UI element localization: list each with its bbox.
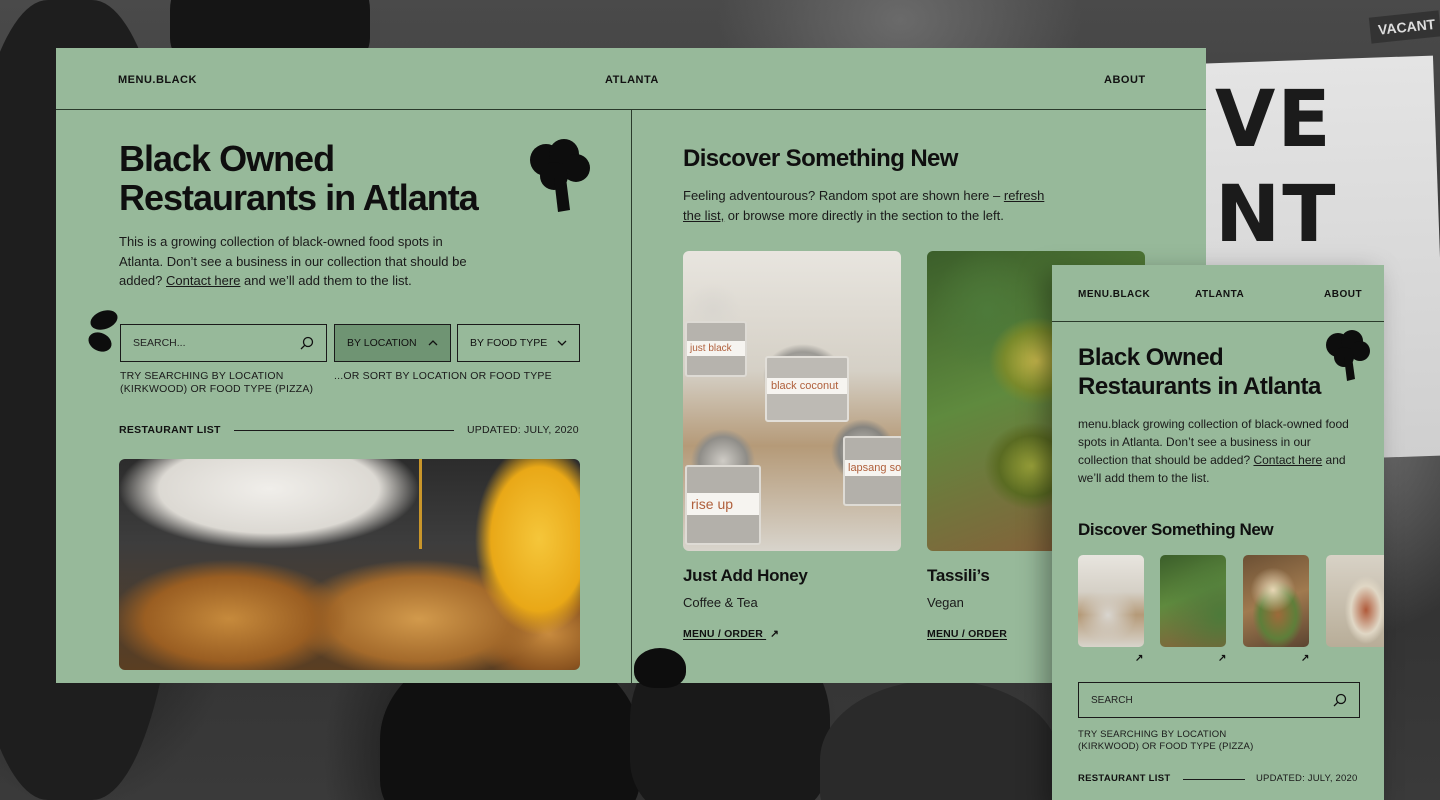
background-figure bbox=[820, 680, 1060, 800]
search-icon bbox=[1333, 693, 1347, 707]
restaurant-category: Coffee & Tea bbox=[683, 595, 758, 610]
mobile-top-nav: MENU.BLACK ATLANTA ABOUT bbox=[1052, 265, 1384, 322]
contact-link[interactable]: Contact here bbox=[166, 273, 240, 288]
broccoli-icon bbox=[530, 139, 590, 212]
brand-logo-link[interactable]: MENU.BLACK bbox=[118, 74, 197, 86]
restaurant-list-label: RESTAURANT LIST bbox=[119, 424, 221, 436]
search-placeholder: SEARCH... bbox=[133, 337, 186, 349]
dropdown-label: BY FOOD TYPE bbox=[470, 337, 548, 349]
city-link[interactable]: ATLANTA bbox=[1195, 289, 1244, 300]
restaurant-category: Vegan bbox=[927, 595, 964, 610]
page-title: Black Owned Restaurants in Atlanta bbox=[119, 138, 479, 218]
tea-tin: rise up bbox=[685, 465, 761, 545]
intro-text: menu.black growing collection of black-o… bbox=[1078, 415, 1358, 487]
decorative-blob-icon bbox=[634, 648, 686, 688]
top-nav: MENU.BLACK ATLANTA ABOUT bbox=[56, 48, 1206, 110]
chevron-up-icon bbox=[428, 340, 438, 346]
restaurant-card-image[interactable]: just black black coconut rise up lapsang… bbox=[683, 251, 901, 551]
desktop-site-panel: MENU.BLACK ATLANTA ABOUT Black Owned Res… bbox=[56, 48, 1206, 683]
link-label: MENU / ORDER bbox=[683, 628, 763, 640]
broccoli-icon bbox=[1326, 330, 1370, 381]
restaurant-name[interactable]: Just Add Honey bbox=[683, 566, 808, 586]
search-hint: TRY SEARCHING BY LOCATION (KIRKWOOD) OR … bbox=[1078, 729, 1254, 752]
restaurant-list-label: RESTAURANT LIST bbox=[1078, 773, 1171, 784]
column-divider bbox=[631, 110, 632, 683]
discover-title: Discover Something New bbox=[683, 145, 958, 172]
arrow-up-right-icon[interactable]: ↗ bbox=[1218, 653, 1226, 664]
restaurant-name[interactable]: Tassili’s bbox=[927, 566, 990, 586]
dropdown-label: BY LOCATION bbox=[347, 337, 417, 349]
sort-hint: ...OR SORT BY LOCATION OR FOOD TYPE bbox=[334, 370, 552, 382]
city-link[interactable]: ATLANTA bbox=[605, 74, 659, 86]
featured-restaurant-image[interactable] bbox=[119, 459, 580, 670]
search-icon bbox=[300, 336, 314, 350]
updated-date: UPDATED: JULY, 2020 bbox=[1256, 773, 1358, 784]
intro-text-part: and we’ll add them to the list. bbox=[240, 273, 412, 288]
restaurant-thumb[interactable] bbox=[1078, 555, 1144, 647]
brand-logo-link[interactable]: MENU.BLACK bbox=[1078, 289, 1150, 300]
chevron-down-icon bbox=[557, 340, 567, 346]
arrow-up-right-icon[interactable]: ↗ bbox=[1301, 653, 1309, 664]
tea-tin-label: rise up bbox=[687, 493, 759, 515]
restaurant-thumb[interactable] bbox=[1243, 555, 1309, 647]
search-placeholder: SEARCH bbox=[1091, 694, 1133, 706]
tea-tin: just black bbox=[685, 321, 747, 377]
vacant-sign: VACANT bbox=[1368, 10, 1440, 44]
tea-tin-label: black coconut bbox=[767, 378, 847, 394]
arrow-up-right-icon: ↗ bbox=[770, 628, 780, 640]
search-input[interactable]: SEARCH bbox=[1078, 682, 1360, 718]
discover-text-part: or browse more directly in the section t… bbox=[724, 207, 1004, 223]
title-line: Restaurants in Atlanta bbox=[1078, 373, 1321, 401]
sign-text: VE bbox=[1215, 75, 1333, 165]
updated-date: UPDATED: JULY, 2020 bbox=[467, 424, 579, 436]
tea-tin-label: just black bbox=[687, 341, 745, 356]
arrow-up-right-icon[interactable]: ↗ bbox=[1135, 653, 1143, 664]
search-hint: TRY SEARCHING BY LOCATION (KIRKWOOD) OR … bbox=[120, 370, 314, 395]
about-link[interactable]: ABOUT bbox=[1104, 74, 1146, 86]
discover-title: Discover Something New bbox=[1078, 520, 1274, 539]
tea-tin: lapsang so bbox=[843, 436, 901, 506]
mobile-site-panel: MENU.BLACK ATLANTA ABOUT Black Owned Res… bbox=[1052, 265, 1384, 800]
by-location-dropdown[interactable]: BY LOCATION bbox=[334, 324, 451, 362]
divider bbox=[1183, 779, 1245, 780]
page-title: Black Owned Restaurants in Atlanta bbox=[1078, 343, 1321, 402]
title-line: Restaurants in Atlanta bbox=[119, 176, 479, 218]
menu-order-link[interactable]: MENU / ORDER bbox=[927, 628, 1007, 640]
discover-text-part: Feeling adventourous? Random spot are sh… bbox=[683, 188, 1004, 203]
title-line: Black Owned bbox=[119, 138, 335, 179]
tea-tin-label: lapsang so bbox=[845, 460, 901, 476]
tea-tin: black coconut bbox=[765, 356, 849, 422]
discover-text: Feeling adventourous? Random spot are sh… bbox=[683, 186, 1063, 225]
contact-link[interactable]: Contact here bbox=[1253, 453, 1322, 467]
by-food-type-dropdown[interactable]: BY FOOD TYPE bbox=[457, 324, 580, 362]
divider bbox=[234, 430, 454, 431]
intro-text: This is a growing collection of black-ow… bbox=[119, 232, 479, 291]
syrup-drizzle bbox=[419, 459, 422, 549]
restaurant-thumb[interactable] bbox=[1160, 555, 1226, 647]
restaurant-thumb[interactable] bbox=[1326, 555, 1384, 647]
about-link[interactable]: ABOUT bbox=[1324, 289, 1362, 300]
menu-order-link[interactable]: MENU / ORDER ↗ bbox=[683, 628, 779, 640]
search-input[interactable]: SEARCH... bbox=[120, 324, 327, 362]
title-line: Black Owned bbox=[1078, 344, 1224, 371]
